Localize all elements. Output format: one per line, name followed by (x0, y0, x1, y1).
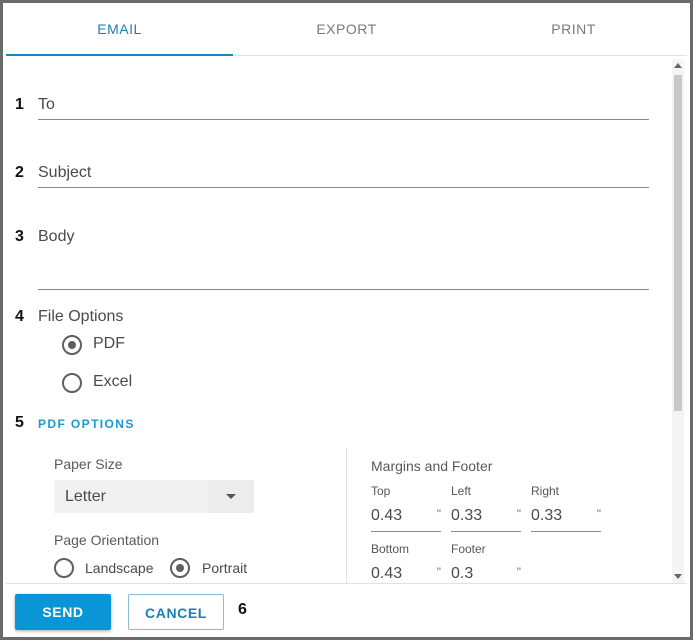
step-number-6: 6 (238, 601, 247, 618)
paper-size-value: Letter (65, 488, 106, 505)
margin-bottom-input[interactable]: 0.43 " (371, 565, 441, 583)
paper-size-dropdown-toggle[interactable] (208, 480, 254, 513)
options-divider (346, 448, 347, 583)
margin-left-value: 0.33 (451, 507, 483, 524)
tab-email[interactable]: EMAIL (6, 3, 233, 56)
step-number-4: 4 (15, 308, 24, 325)
chevron-down-icon (226, 494, 236, 499)
send-button[interactable]: SEND (15, 594, 111, 630)
landscape-radio-label[interactable]: Landscape (85, 560, 154, 576)
pdf-options-title: PDF OPTIONS (38, 417, 135, 431)
tab-bar: EMAIL EXPORT PRINT (6, 3, 687, 56)
pdf-radio[interactable] (62, 335, 82, 355)
file-options-label: File Options (38, 308, 124, 325)
subject-field-label: Subject (38, 164, 92, 181)
margin-top-input[interactable]: 0.43 " (371, 507, 441, 532)
body-field-label: Body (38, 228, 75, 245)
footer-margin-value: 0.3 (451, 565, 474, 582)
margin-right-unit: " (596, 507, 601, 521)
margin-top-label: Top (371, 484, 391, 498)
landscape-radio[interactable] (54, 558, 74, 578)
paper-size-select[interactable]: Letter (54, 480, 254, 513)
margin-bottom-unit: " (436, 565, 441, 579)
email-dialog: EMAIL EXPORT PRINT 1 To 2 Subject 3 Body… (0, 0, 693, 640)
pdf-radio-label[interactable]: PDF (93, 335, 125, 353)
margin-bottom-label: Bottom (371, 542, 410, 556)
margin-top-value: 0.43 (371, 507, 403, 524)
step-number-2: 2 (15, 164, 24, 181)
footer-margin-unit: " (516, 565, 521, 579)
cancel-button[interactable]: CANCEL (128, 594, 224, 630)
step-number-1: 1 (15, 96, 24, 113)
page-orientation-label: Page Orientation (54, 532, 160, 548)
excel-radio-label[interactable]: Excel (93, 373, 132, 391)
tab-export[interactable]: EXPORT (233, 3, 460, 55)
margin-left-unit: " (516, 507, 521, 521)
scroll-down-arrow-icon[interactable] (674, 574, 682, 579)
portrait-radio-label[interactable]: Portrait (202, 560, 247, 576)
portrait-radio[interactable] (170, 558, 190, 578)
margin-left-label: Left (451, 484, 472, 498)
margin-top-unit: " (436, 507, 441, 521)
margin-right-label: Right (531, 484, 560, 498)
scrollbar-thumb[interactable] (674, 75, 682, 411)
tab-print[interactable]: PRINT (460, 3, 687, 55)
footer-margin-label: Footer (451, 542, 486, 556)
margin-bottom-value: 0.43 (371, 565, 403, 582)
margin-right-value: 0.33 (531, 507, 563, 524)
to-field[interactable] (38, 119, 649, 120)
paper-size-label: Paper Size (54, 456, 123, 472)
margin-left-input[interactable]: 0.33 " (451, 507, 521, 532)
vertical-scrollbar[interactable] (672, 59, 684, 583)
to-field-label: To (38, 96, 55, 113)
margin-right-input[interactable]: 0.33 " (531, 507, 601, 532)
margins-footer-title: Margins and Footer (371, 458, 493, 474)
excel-radio[interactable] (62, 373, 82, 393)
dialog-footer: SEND CANCEL 6 (6, 583, 687, 637)
step-number-3: 3 (15, 228, 24, 245)
form-scroll-area[interactable]: 1 To 2 Subject 3 Body 4 File Options PDF… (6, 56, 687, 583)
body-field[interactable] (38, 289, 649, 290)
footer-margin-input[interactable]: 0.3 " (451, 565, 521, 583)
step-number-5: 5 (15, 414, 24, 431)
subject-field[interactable] (38, 187, 649, 188)
scroll-up-arrow-icon[interactable] (674, 63, 682, 68)
